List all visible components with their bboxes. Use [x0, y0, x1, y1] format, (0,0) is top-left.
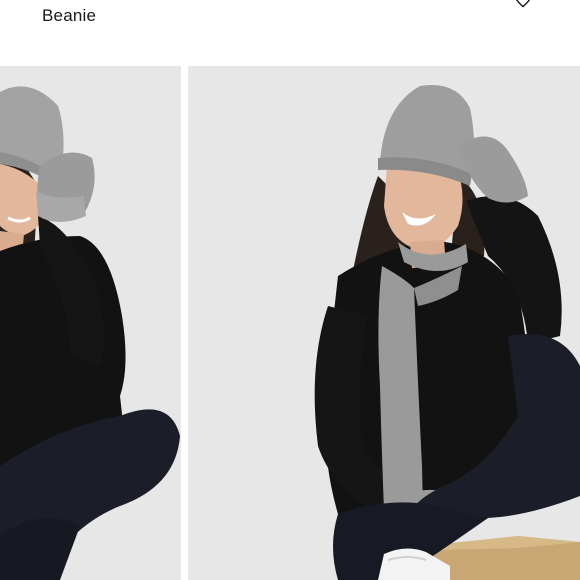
product-title: Beanie — [42, 6, 97, 25]
product-header: Beanie — [0, 0, 580, 66]
heart-outline-icon[interactable] — [514, 0, 532, 8]
model-illustration-secondary — [0, 66, 181, 580]
product-photo-main[interactable] — [188, 66, 580, 580]
model-illustration-main — [188, 66, 580, 580]
product-photo-secondary[interactable] — [0, 66, 181, 580]
